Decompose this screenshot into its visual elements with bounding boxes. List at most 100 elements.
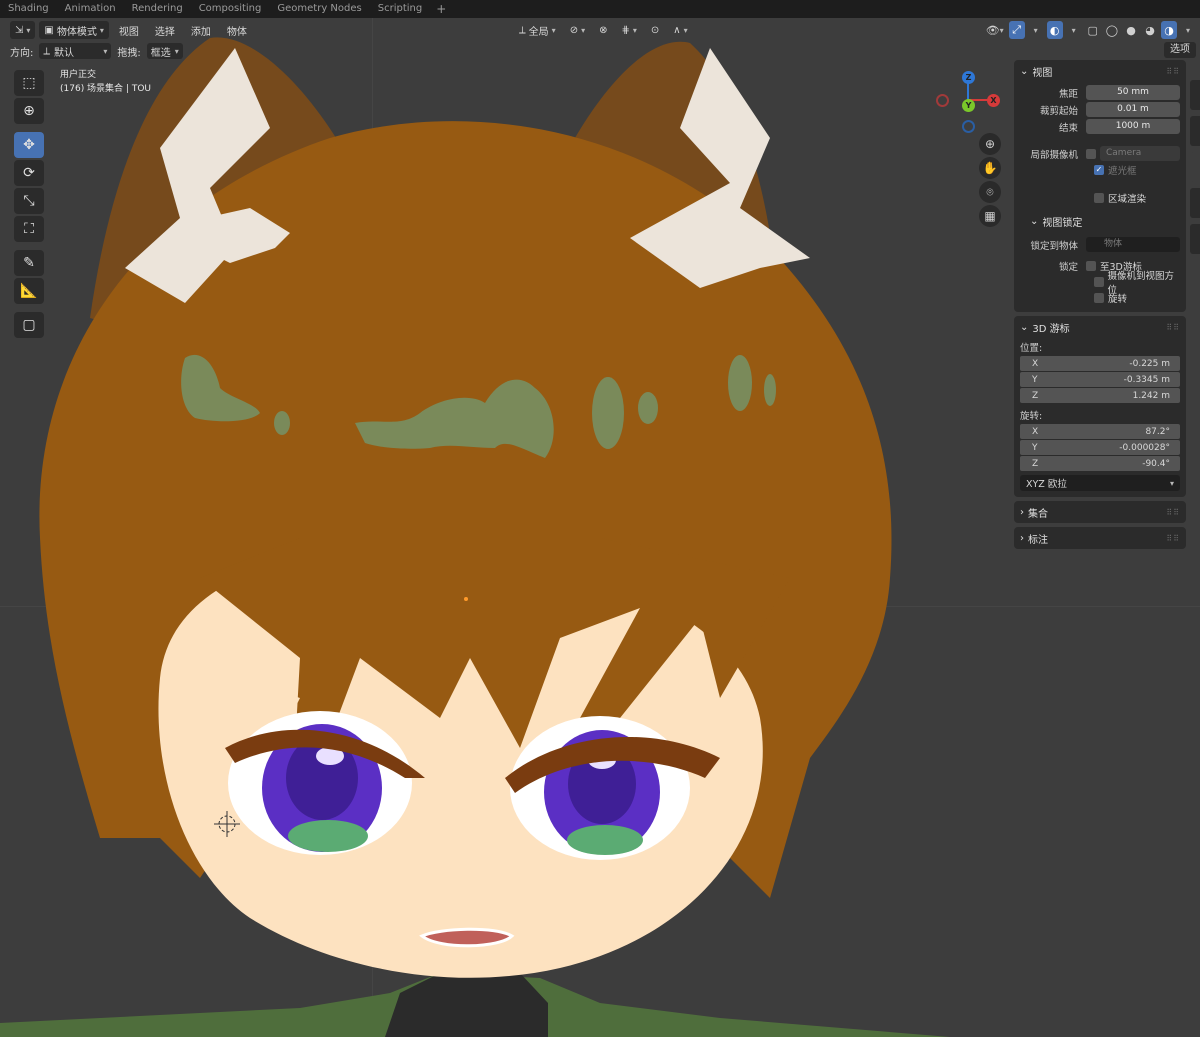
- proportional-falloff-dropdown[interactable]: ∧ ▾: [668, 21, 692, 39]
- sidebar-tab[interactable]: [1190, 224, 1200, 254]
- workspace-tab-rendering[interactable]: Rendering: [124, 0, 191, 18]
- gizmo-x-axis[interactable]: X: [987, 94, 1000, 107]
- add-workspace-icon[interactable]: +: [430, 2, 452, 16]
- region-render-label: 区域渲染: [1108, 194, 1147, 205]
- workspace-tab-scripting[interactable]: Scripting: [370, 0, 430, 18]
- workspace-tab-geometry-nodes[interactable]: Geometry Nodes: [269, 0, 369, 18]
- sidebar-tab[interactable]: [1190, 80, 1200, 110]
- clip-start-label: 裁剪起始: [1039, 105, 1078, 117]
- gizmo-z-axis[interactable]: Z: [962, 71, 975, 84]
- pan-button[interactable]: ✋: [979, 157, 1001, 179]
- move-icon: ✥: [23, 137, 35, 153]
- ortho-toggle-button[interactable]: ▦: [979, 205, 1001, 227]
- sidebar-tab[interactable]: [1190, 188, 1200, 218]
- drag-handle-icon[interactable]: ⠿⠿: [1166, 67, 1180, 76]
- shading-solid-button[interactable]: ●: [1123, 21, 1139, 39]
- scale-tool[interactable]: ⤡: [14, 188, 44, 214]
- menu-object[interactable]: 物体: [221, 23, 253, 38]
- workspace-tab-compositing[interactable]: Compositing: [191, 0, 270, 18]
- camera-to-view-checkbox[interactable]: [1094, 277, 1104, 287]
- camera-field[interactable]: Camera: [1100, 146, 1180, 161]
- gizmo-neg-x[interactable]: [936, 94, 949, 107]
- sidebar-tab[interactable]: [1190, 116, 1200, 146]
- add-cube-tool[interactable]: ▢: [14, 312, 44, 338]
- drag-handle-icon[interactable]: ⠿⠿: [1166, 508, 1180, 517]
- orientation-setting-dropdown[interactable]: ⟂ 默认 ▾: [39, 43, 112, 59]
- viewport-header: ⇲ ▾ ▣ 物体模式 ▾ 视图 选择 添加 物体: [10, 20, 253, 40]
- cursor-location-z[interactable]: Z 1.242 m: [1020, 388, 1180, 403]
- lock-rotation-checkbox[interactable]: [1094, 293, 1104, 303]
- snap-target-dropdown[interactable]: ⋕ ▾: [616, 21, 641, 39]
- local-camera-checkbox[interactable]: [1086, 148, 1096, 159]
- magnifier-plus-icon: ⊕: [984, 137, 996, 151]
- focal-length-field[interactable]: 50 mm: [1086, 85, 1180, 100]
- xray-toggle[interactable]: ▢: [1085, 21, 1101, 39]
- gizmo-icon: ⤢: [1012, 23, 1022, 36]
- region-render-checkbox[interactable]: [1094, 193, 1104, 203]
- mode-selector[interactable]: ▣ 物体模式 ▾: [39, 21, 109, 39]
- drag-handle-icon[interactable]: ⠿⠿: [1166, 534, 1180, 543]
- passepartout-checkbox[interactable]: ✓: [1094, 165, 1104, 175]
- transform-orientation-dropdown[interactable]: ⟂ 全局 ▾: [514, 21, 561, 39]
- menu-add[interactable]: 添加: [185, 23, 217, 38]
- cursor-rotation-x[interactable]: X 87.2°: [1020, 424, 1180, 439]
- zoom-button[interactable]: ⊕: [979, 133, 1001, 155]
- axis-icon: ⟂: [43, 45, 51, 57]
- axis-label: X: [1032, 426, 1039, 437]
- 3d-cursor-panel-header[interactable]: ⌄ 3D 游标 ⠿⠿: [1014, 318, 1186, 336]
- lock-rotation-label: 旋转: [1108, 294, 1128, 305]
- move-tool[interactable]: ✥: [14, 132, 44, 158]
- shading-wireframe-button[interactable]: ◯: [1104, 21, 1120, 39]
- cursor-rotation-y[interactable]: Y -0.000028°: [1020, 440, 1180, 455]
- rotate-tool[interactable]: ⟳: [14, 160, 44, 186]
- proportional-edit-toggle[interactable]: ⊙: [646, 21, 664, 39]
- chevron-down-icon: ▾: [1033, 25, 1038, 35]
- drag-setting-dropdown[interactable]: 框选 ▾: [146, 43, 183, 59]
- select-box-tool[interactable]: ⬚: [14, 70, 44, 96]
- menu-select[interactable]: 选择: [149, 23, 181, 38]
- cursor-location-x[interactable]: X -0.225 m: [1020, 356, 1180, 371]
- gizmo-y-axis[interactable]: Y: [962, 99, 975, 112]
- shading-material-button[interactable]: ◕: [1142, 21, 1158, 39]
- annotation-panel-title: 标注: [1028, 534, 1048, 546]
- clip-end-field[interactable]: 1000 m: [1086, 119, 1180, 134]
- visibility-dropdown[interactable]: 👁 ▾: [984, 21, 1006, 39]
- editor-type-button[interactable]: ⇲ ▾: [10, 21, 36, 39]
- lock-to-object-field[interactable]: 物体: [1086, 237, 1180, 252]
- view-lock-subpanel-header[interactable]: ⌄ 视图锁定: [1014, 212, 1186, 230]
- annotate-tool[interactable]: ✎: [14, 250, 44, 276]
- cursor-location-y[interactable]: Y -0.3345 m: [1020, 372, 1180, 387]
- sidebar-tab[interactable]: [1190, 152, 1200, 182]
- navigation-gizmo[interactable]: Z X Y: [934, 70, 1002, 134]
- menu-view[interactable]: 视图: [113, 23, 145, 38]
- measure-tool[interactable]: 📐: [14, 278, 44, 304]
- workspace-tab-shading[interactable]: Shading: [0, 0, 57, 18]
- annotation-panel-header[interactable]: › 标注 ⠿⠿: [1014, 529, 1186, 547]
- camera-view-button[interactable]: ⌾: [979, 181, 1001, 203]
- options-button[interactable]: 选项: [1164, 42, 1196, 58]
- shading-rendered-button[interactable]: ◑: [1161, 21, 1177, 39]
- overlays-dropdown[interactable]: ▾: [1066, 21, 1082, 39]
- lock-to-cursor-checkbox[interactable]: [1086, 260, 1096, 271]
- chevron-down-icon: ▾: [1185, 25, 1190, 35]
- view-panel-header[interactable]: ⌄ 视图 ⠿⠿: [1014, 62, 1186, 80]
- gizmo-neg-z[interactable]: [962, 120, 975, 133]
- local-camera-row: 局部摄像机 Camera: [1020, 145, 1180, 162]
- rotation-mode-dropdown[interactable]: XYZ 欧拉 ▾: [1020, 475, 1180, 491]
- transform-tool[interactable]: ⛶: [14, 216, 44, 242]
- shading-dropdown[interactable]: ▾: [1180, 21, 1196, 39]
- gizmo-toggle[interactable]: ⤢: [1008, 21, 1025, 39]
- clip-start-field[interactable]: 0.01 m: [1086, 102, 1180, 117]
- overlays-toggle[interactable]: ◐: [1046, 21, 1063, 39]
- gizmo-dropdown[interactable]: ▾: [1028, 21, 1044, 39]
- cursor-tool[interactable]: ⊕: [14, 98, 44, 124]
- snap-toggle[interactable]: ⊗: [594, 21, 612, 39]
- collection-panel-header[interactable]: › 集合 ⠿⠿: [1014, 503, 1186, 521]
- pivot-point-dropdown[interactable]: ⊘ ▾: [565, 21, 590, 39]
- cursor-rotation-z[interactable]: Z -90.4°: [1020, 456, 1180, 471]
- mode-label: 物体模式: [56, 26, 97, 38]
- drag-handle-icon[interactable]: ⠿⠿: [1166, 323, 1180, 332]
- view-panel: ⌄ 视图 ⠿⠿ 焦距 50 mm 裁剪起始 0.01 m 结束 1000 m 局…: [1014, 60, 1186, 312]
- workspace-tab-animation[interactable]: Animation: [57, 0, 124, 18]
- 3d-viewport[interactable]: ⇲ ▾ ▣ 物体模式 ▾ 视图 选择 添加 物体 ⟂ 全局 ▾ ⊘ ▾ ⊗ ⋕ ▾ ⊙…: [0, 18, 1200, 1037]
